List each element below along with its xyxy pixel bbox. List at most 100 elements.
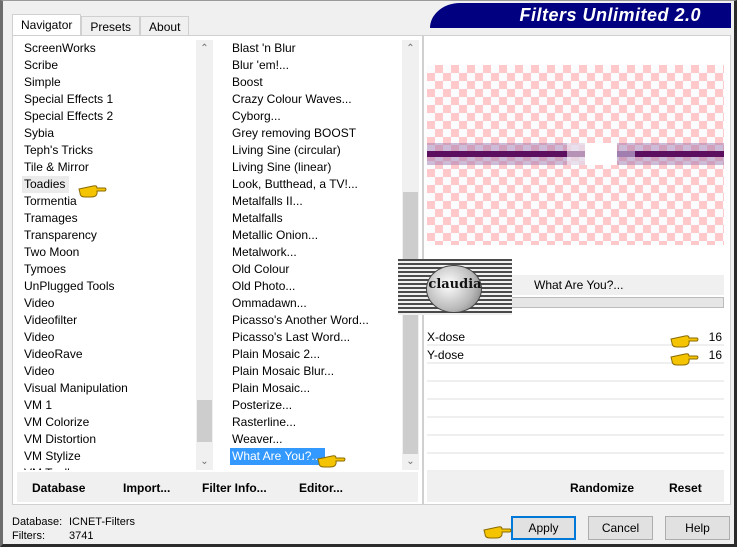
tab-navigator[interactable]: Navigator	[12, 14, 82, 36]
list-item-label: UnPlugged Tools	[24, 279, 115, 293]
category-list[interactable]: ScreenWorks Scribe Simple Special Effects 1…	[22, 40, 192, 470]
list-item[interactable]: Old Colour	[230, 261, 402, 278]
list-item-label: VM Colorize	[24, 415, 90, 429]
filter-info-button[interactable]: Filter Info...	[202, 481, 267, 495]
apply-button[interactable]: Apply	[511, 516, 576, 540]
reset-button[interactable]: Reset	[669, 481, 702, 495]
list-item-label: Old Colour	[232, 262, 290, 276]
list-item[interactable]: Plain Mosaic 2...	[230, 346, 402, 363]
list-item[interactable]: Picasso's Last Word...	[230, 329, 402, 346]
list-item[interactable]: Tramages	[22, 210, 192, 227]
list-item[interactable]: Plain Mosaic Blur...	[230, 363, 402, 380]
filters-count-label: Filters:	[12, 530, 45, 542]
param-value[interactable]: 16	[709, 348, 722, 362]
cancel-button[interactable]: Cancel	[588, 516, 653, 540]
list-item[interactable]: Tile & Mirror	[22, 159, 192, 176]
param-row-empty	[427, 400, 724, 418]
scroll-down-icon[interactable]: ⌄	[402, 453, 419, 470]
list-item[interactable]: Metalfalls II...	[230, 193, 402, 210]
tab-presets[interactable]: Presets	[81, 16, 141, 36]
list-item[interactable]: VM Stylize	[22, 448, 192, 465]
list-item[interactable]: Blast 'n Blur	[230, 40, 402, 57]
list-item[interactable]: VM Distortion	[22, 431, 192, 448]
list-item-label: Look, Butthead, a TV!...	[232, 177, 358, 191]
scroll-thumb[interactable]	[403, 192, 418, 454]
list-item[interactable]: Simple	[22, 74, 192, 91]
help-button[interactable]: Help	[665, 516, 730, 540]
scroll-up-icon[interactable]: ⌃	[196, 40, 213, 57]
tab-about[interactable]: About	[140, 16, 190, 36]
param-row-empty	[427, 454, 724, 472]
list-item[interactable]: Posterize...	[230, 397, 402, 414]
list-item[interactable]: Grey removing BOOST	[230, 125, 402, 142]
list-item[interactable]: Rasterline...	[230, 414, 402, 431]
list-item-label: Toadies	[22, 176, 70, 193]
list-item[interactable]: Transparency	[22, 227, 192, 244]
list-item-label: Ommadawn...	[232, 296, 307, 310]
list-item[interactable]: Videofilter	[22, 312, 192, 329]
list-item-label: Videofilter	[24, 313, 78, 327]
pointing-hand-icon	[670, 335, 699, 348]
scroll-thumb[interactable]	[197, 400, 212, 442]
watermark-text: claudia	[428, 277, 482, 292]
list-item[interactable]: Ommadawn...	[230, 295, 402, 312]
list-item[interactable]: Boost	[230, 74, 402, 91]
list-item[interactable]: Cyborg...	[230, 108, 402, 125]
list-item[interactable]: Tymoes	[22, 261, 192, 278]
list-item-label: Special Effects 1	[24, 92, 114, 106]
editor-button[interactable]: Editor...	[299, 481, 343, 495]
param-value[interactable]: 16	[709, 330, 722, 344]
list-item[interactable]: Picasso's Another Word...	[230, 312, 402, 329]
list-item[interactable]: Special Effects 2	[22, 108, 192, 125]
list-item[interactable]: Weaver...	[230, 431, 402, 448]
list-item-label: Scribe	[24, 58, 59, 72]
list-item[interactable]: VideoRave	[22, 346, 192, 363]
list-item[interactable]: Tormentia	[22, 193, 192, 210]
list-item[interactable]: Metallic Onion...	[230, 227, 402, 244]
list-item[interactable]: VM Colorize	[22, 414, 192, 431]
pointing-hand-icon	[78, 185, 107, 198]
randomize-button[interactable]: Randomize	[570, 481, 634, 495]
list-item[interactable]: Blur 'em!...	[230, 57, 402, 74]
preview-gap-fade	[617, 151, 635, 157]
list-item[interactable]: Special Effects 1	[22, 91, 192, 108]
list-item-label: Blur 'em!...	[232, 58, 289, 72]
list-item-label: Teph's Tricks	[24, 143, 93, 157]
list-item-label: Tramages	[24, 211, 78, 225]
list-item[interactable]: Plain Mosaic...	[230, 380, 402, 397]
import-button[interactable]: Import...	[123, 481, 170, 495]
list-item[interactable]: ScreenWorks	[22, 40, 192, 57]
scroll-down-icon[interactable]: ⌄	[196, 453, 213, 470]
list-item[interactable]: VM Toolbox	[22, 465, 192, 470]
filter-list[interactable]: Blast 'n Blur Blur 'em!... Boost Crazy Colo…	[230, 40, 402, 470]
list-item[interactable]: Visual Manipulation	[22, 380, 192, 397]
list-item[interactable]: Teph's Tricks	[22, 142, 192, 159]
preview-gap	[585, 143, 617, 165]
list-item[interactable]: Living Sine (circular)	[230, 142, 402, 159]
list-item[interactable]: Look, Butthead, a TV!...	[230, 176, 402, 193]
status-area: Database: ICNET-Filters Filters: 3741	[12, 515, 135, 543]
list-item[interactable]: Crazy Colour Waves...	[230, 91, 402, 108]
list-item[interactable]: Toadies	[22, 176, 192, 193]
app-title: Filters Unlimited 2.0	[519, 5, 701, 25]
list-item[interactable]: UnPlugged Tools	[22, 278, 192, 295]
list-item-label: Transparency	[24, 228, 97, 242]
preview-button-bar: Randomize Reset	[427, 472, 724, 502]
list-item-label: Posterize...	[232, 398, 293, 412]
list-item[interactable]: Two Moon	[22, 244, 192, 261]
list-item[interactable]: Living Sine (linear)	[230, 159, 402, 176]
scroll-up-icon[interactable]: ⌃	[402, 40, 419, 57]
list-item[interactable]: VM 1	[22, 397, 192, 414]
list-item[interactable]: Sybia	[22, 125, 192, 142]
list-item[interactable]: Video	[22, 295, 192, 312]
list-item[interactable]: Scribe	[22, 57, 192, 74]
list-item[interactable]: Old Photo...	[230, 278, 402, 295]
database-button[interactable]: Database	[32, 481, 85, 495]
category-scrollbar[interactable]: ⌃ ⌄	[196, 40, 213, 470]
list-item[interactable]: Video	[22, 329, 192, 346]
list-item[interactable]: Metalfalls	[230, 210, 402, 227]
list-item[interactable]: Video	[22, 363, 192, 380]
list-item-label: Two Moon	[24, 245, 80, 259]
list-item[interactable]: Metalwork...	[230, 244, 402, 261]
filter-scrollbar[interactable]: ⌃ ⌄	[402, 40, 419, 470]
